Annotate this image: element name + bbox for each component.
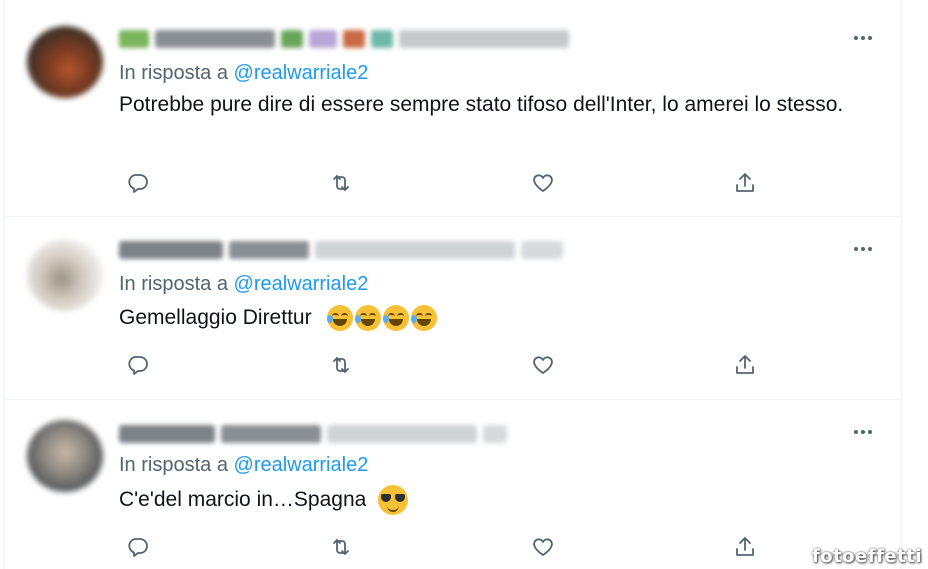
retweet-icon [333, 357, 349, 373]
reply-context: In risposta a @realwarriale2 [119, 273, 368, 296]
retweet-button[interactable] [325, 349, 357, 381]
emoji-group [327, 305, 438, 332]
like-button[interactable] [527, 349, 559, 381]
avatar[interactable] [27, 420, 103, 492]
tweet-card[interactable]: In risposta a @realwarriale2 Gemellaggio… [5, 217, 901, 399]
reply-prefix: In risposta a [119, 62, 228, 84]
reply-button[interactable] [122, 531, 154, 563]
like-button[interactable] [527, 531, 559, 563]
tweet-text: Gemellaggio Direttur [119, 302, 859, 334]
more-options-button[interactable] [849, 422, 877, 442]
author-name-blurred[interactable] [119, 239, 563, 261]
more-icon [854, 430, 858, 434]
smiling-face-with-sunglasses-icon [378, 485, 409, 516]
retweet-icon [333, 175, 349, 191]
share-button[interactable] [729, 349, 761, 381]
heart-icon [533, 174, 553, 192]
reply-button[interactable] [122, 167, 154, 199]
tweet-text: Potrebbe pure dire di essere sempre stat… [119, 93, 844, 116]
reply-icon [128, 538, 148, 557]
tweet-actions [119, 531, 779, 563]
more-icon [854, 36, 858, 40]
reply-prefix: In risposta a [119, 454, 228, 476]
watermark: fotoeffetti [811, 546, 922, 567]
rolling-on-floor-laughing-icon [411, 305, 438, 332]
more-icon [854, 247, 858, 251]
rolling-on-floor-laughing-icon [327, 305, 354, 332]
share-icon [736, 537, 754, 556]
heart-icon [533, 356, 553, 374]
heart-icon [533, 538, 553, 556]
avatar[interactable] [27, 239, 103, 311]
retweet-icon [333, 539, 349, 555]
retweet-button[interactable] [325, 167, 357, 199]
reply-handle-link[interactable]: @realwarriale2 [234, 454, 369, 476]
tweet-card[interactable]: In risposta a @realwarriale2 C'e'del mar… [5, 400, 901, 569]
reply-handle-link[interactable]: @realwarriale2 [234, 273, 369, 295]
share-button[interactable] [729, 167, 761, 199]
avatar[interactable] [27, 26, 103, 98]
retweet-button[interactable] [325, 531, 357, 563]
rolling-on-floor-laughing-icon [383, 305, 410, 332]
reply-icon [128, 174, 148, 193]
reply-prefix: In risposta a [119, 273, 228, 295]
reply-handle-link[interactable]: @realwarriale2 [234, 62, 369, 84]
like-button[interactable] [527, 167, 559, 199]
reply-button[interactable] [122, 349, 154, 381]
share-button[interactable] [729, 531, 761, 563]
reply-context: In risposta a @realwarriale2 [119, 454, 368, 477]
reply-context: In risposta a @realwarriale2 [119, 62, 368, 85]
tweet-text: C'e'del marcio in…Spagna [119, 484, 859, 516]
more-options-button[interactable] [849, 239, 877, 259]
reply-icon [128, 356, 148, 375]
author-name-blurred[interactable] [119, 28, 569, 50]
more-options-button[interactable] [849, 28, 877, 48]
tweet-actions [119, 167, 779, 199]
tweet-actions [119, 349, 779, 381]
share-icon [736, 355, 754, 374]
rolling-on-floor-laughing-icon [355, 305, 382, 332]
tweet-feed: In risposta a @realwarriale2 Potrebbe pu… [4, 0, 902, 569]
author-name-blurred[interactable] [119, 423, 507, 445]
share-icon [736, 173, 754, 192]
tweet-card[interactable]: In risposta a @realwarriale2 Potrebbe pu… [5, 0, 901, 216]
